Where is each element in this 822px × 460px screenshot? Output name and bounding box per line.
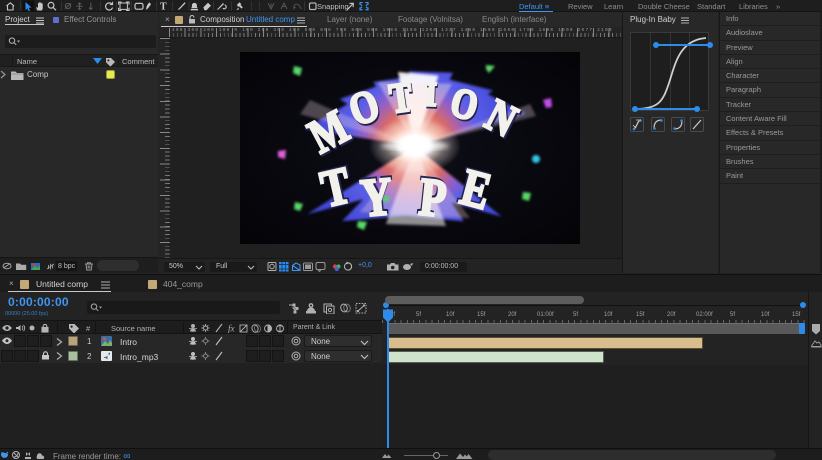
svg-text:Y: Y (358, 165, 394, 228)
svg-text:fx: fx (228, 324, 235, 334)
svg-text:T: T (160, 2, 167, 13)
svg-text:I: I (425, 76, 437, 114)
